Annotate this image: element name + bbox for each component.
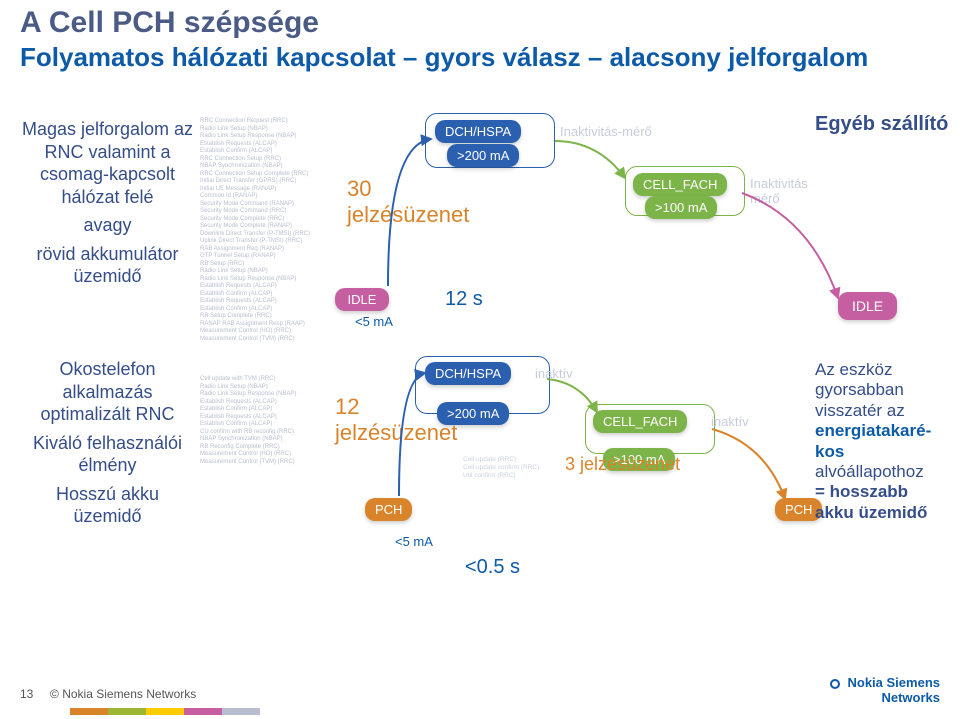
sig-msg: Radio Link Setup Response (NBAP) [200,276,330,284]
subtitle: Folyamatos hálózati kapcsolat – gyors vá… [20,42,868,73]
sig-msg: Establish Confirm (ALCAP) [200,291,330,299]
sig-msg: RRC Connection Setup Complete (RRC) [200,171,330,179]
sig-msg: Radio Link Setup Response (NBAP) [200,133,330,141]
sig-msg: Establish Requests (ALCAP) [200,141,330,149]
inaktivitas-mero-1: Inaktivitás-mérő [560,124,652,139]
sig-msg: RRC Connection Request (RRC) [200,118,330,126]
lc2-line2: Kiváló felhasználói élmény [20,432,195,477]
egyeb-szallito: Egyéb szállító [815,112,950,136]
color-bars [70,708,260,715]
sig-msg: Downlink Direct Transfer (P-TMSI) (RRC) [200,231,330,239]
sig-msg: RB Setup Complete (RRC) [200,313,330,321]
sig-msg: Establish Requests (ALCAP) [200,399,330,407]
tiny-cell-update-msgs: Cell update (RRC) Cell update confirm (R… [463,456,573,479]
sig-msg: Establish Confirm (ALCAP) [200,148,330,156]
sig-msg: RRC Connection Setup (RRC) [200,156,330,164]
copyright: © Nokia Siemens Networks [50,687,196,701]
sig-msg: NBAP Synchronization (NBAP) [200,436,330,444]
sig-msg: Measurement Control (HO) (RRC) [200,328,330,336]
slide: A Cell PCH szépsége Folyamatos hálózati … [0,0,960,719]
left-col-bottom: Okostelefon alkalmazás optimalizált RNC … [20,358,195,534]
sig-msg: Measurement Control (TVM) (RRC) [200,336,330,344]
color-bar [222,708,260,715]
color-bar [108,708,146,715]
lc1-line3: rövid akkumulátor üzemidő [20,243,195,288]
sig-msg: Establish Requests (ALCAP) [200,298,330,306]
title: A Cell PCH szépsége [20,6,319,40]
benefit-text: Az eszköz gyorsabban visszatér az energi… [815,360,950,523]
footer: 13 © Nokia Siemens Networks [20,687,196,701]
sig-msg: Common Id (RANAP) [200,193,330,201]
nsn-logo: Nokia Siemens Networks [830,675,940,705]
color-bar [184,708,222,715]
pch-badge-left: PCH [365,498,412,521]
sig-msg: RAB Assignment Req (RANAP) [200,246,330,254]
sig-msg: Radio Link Setup (NBAP) [200,268,330,276]
left-col-top: Magas jelforgalom az RNC valamint a csom… [20,118,195,294]
sig-msg: Radio Link Setup (NBAP) [200,126,330,134]
sig-msg: Security Mode Complete (RANAP) [200,223,330,231]
diagram-top: DCH/HSPA >200 mA Inaktivitás-mérő CELL_F… [335,118,795,338]
sig-msg: Establish Confirm (ALCAP) [200,421,330,429]
dch-hspa-badge2: DCH/HSPA [425,362,511,385]
idle-ma-2: <5 mA [395,534,433,549]
sig-msg: Radio Link Setup Response (NBAP) [200,391,330,399]
lc2-line1: Okostelefon alkalmazás optimalizált RNC [20,358,195,426]
cell-fach-badge2: CELL_FACH [593,410,687,433]
sig-msg: Establish Requests (ALCAP) [200,283,330,291]
cell-fach-badge: CELL_FACH [633,173,727,196]
idle-ma: <5 mA [355,314,393,329]
inaktiv-1: inaktív [535,366,573,381]
sig-msg: Cell update with TVM (RRC) [200,376,330,384]
cell-fach-ma-badge: >100 mA [645,196,717,219]
inaktivitas-mero-2: Inaktivitás mérő [750,176,808,206]
sig-msg: Security Mode Complete (RRC) [200,216,330,224]
inaktiv-2: inaktív [711,414,749,429]
lc2-line3: Hosszú akku üzemidő [20,483,195,528]
idle-badge-right: IDLE [838,292,897,320]
twelve-msgs: 12 jelzésüzenet [335,394,457,446]
sig-msg: Establish Confirm (ALCAP) [200,406,330,414]
sig-msg: Initial UE Message (RANAP) [200,186,330,194]
page-number: 13 [20,687,33,701]
arrow-fach-to-pch [710,424,795,509]
thirty-msgs: 30 jelzésüzenet [347,176,469,228]
arrow-dch-to-fach [553,136,633,191]
sig-msg: GTP Tunnel Setup (RANAP) [200,253,330,261]
sig-msg: RB Setup (RRC) [200,261,330,269]
diagram-bottom: DCH/HSPA inaktív >200 mA CELL_FACH inakt… [335,358,795,588]
lc1-line2: avagy [20,214,195,237]
sig-msg: Uplink Direct Transfer (P-TMSI) (RRC) [200,238,330,246]
sig-msg: RANAP RAB Assignment Resp (RAAP) [200,321,330,329]
time-12s: 12 s [445,288,483,311]
sig-msg: Security Mode Command (RRC) [200,208,330,216]
color-bar [146,708,184,715]
signalling-list-12: Cell update with TVM (RRC)Radio Link Set… [200,376,330,466]
time-0.5s: <0.5 s [465,556,520,579]
lc1-line1: Magas jelforgalom az RNC valamint a csom… [20,118,195,208]
idle-badge-left: IDLE [335,288,389,311]
sig-msg: Establish Confirm (ALCAP) [200,306,330,314]
sig-msg: Initial Direct Transfer (GPRS) (RRC) [200,178,330,186]
sig-msg: Security Mode Command (RANAP) [200,201,330,209]
sig-msg: Measurement Control (HO) (RRC) [200,451,330,459]
three-msgs: 3 jelzésüzenet [565,454,680,475]
sig-msg: Radio Link Setup (NBAP) [200,384,330,392]
sig-msg: RB Reconfig Complete (RRC) [200,444,330,452]
dch-ma-badge: >200 mA [447,144,519,167]
sig-msg: Measurement Control (TVM) (RRC) [200,459,330,467]
dch-hspa-badge: DCH/HSPA [435,120,521,143]
color-bar [70,708,108,715]
sig-msg: NBAP Synchronization (NBAP) [200,163,330,171]
logo-icon [830,679,840,689]
sig-msg: CU confirm with RB reconfig (RRC) [200,429,330,437]
signalling-list-30: RRC Connection Request (RRC)Radio Link S… [200,118,330,343]
sig-msg: Establish Requests (ALCAP) [200,414,330,422]
